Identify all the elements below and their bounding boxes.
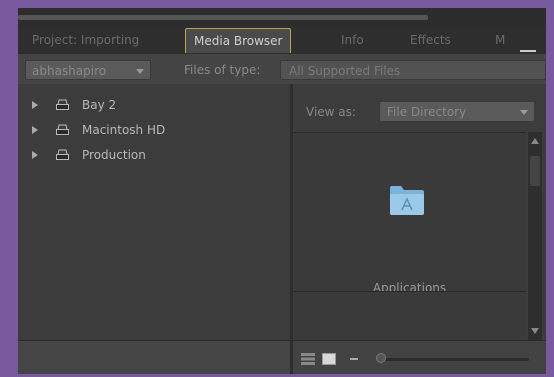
drive-icon	[56, 124, 69, 135]
tab-media-browser[interactable]: Media Browser	[185, 28, 292, 53]
expand-arrow-icon[interactable]	[32, 101, 38, 109]
horizontal-scrollbar[interactable]	[18, 15, 428, 20]
tree-item-label: Macintosh HD	[82, 123, 166, 137]
view-as-value: File Directory	[387, 105, 467, 119]
view-as-select[interactable]: File Directory	[379, 101, 535, 122]
tab-media-browser-label: Media Browser	[194, 34, 283, 48]
folder-applications-icon[interactable]	[388, 183, 426, 217]
media-browser-toolbar: abhashapiro Files of type: All Supported…	[18, 54, 546, 84]
file-view-pane: View as: File Directory Applications	[293, 84, 546, 374]
scrollbar-thumb[interactable]	[530, 156, 540, 186]
user-directory-value: abhashapiro	[32, 64, 107, 78]
tab-effects[interactable]: Effects	[410, 28, 451, 52]
expand-arrow-icon[interactable]	[32, 126, 38, 134]
files-of-type-value: All Supported Files	[289, 64, 401, 78]
scroll-up-icon[interactable]	[531, 138, 539, 144]
files-of-type-label: Files of type:	[184, 63, 261, 77]
expand-arrow-icon[interactable]	[32, 151, 38, 159]
files-of-type-select[interactable]: All Supported Files	[280, 60, 546, 80]
drive-icon	[56, 149, 69, 160]
chevron-down-icon	[136, 69, 144, 74]
icon-view-icon[interactable]	[322, 353, 336, 365]
tree-item-label: Production	[82, 148, 146, 162]
file-grid-row	[293, 291, 526, 340]
tree-footer	[18, 340, 290, 374]
vertical-scrollbar[interactable]	[528, 132, 542, 340]
list-view-icon[interactable]	[301, 353, 315, 365]
drive-tree-pane: Bay 2 Macintosh HD Production	[18, 84, 290, 374]
tree-item-label: Bay 2	[82, 98, 117, 112]
drive-icon	[56, 99, 69, 110]
tab-overflow[interactable]: M	[495, 28, 505, 52]
zoom-out-icon[interactable]	[350, 358, 358, 360]
view-as-label: View as:	[306, 105, 356, 119]
media-browser-panel: Project: Importing Media Browser Info Ef…	[18, 8, 546, 374]
zoom-slider[interactable]	[381, 358, 529, 361]
chevron-down-icon	[520, 110, 528, 115]
file-grid: Applications	[293, 132, 526, 295]
user-directory-select[interactable]: abhashapiro	[25, 60, 151, 80]
top-strip	[18, 8, 546, 26]
tab-project[interactable]: Project: Importing	[32, 28, 139, 52]
view-footer	[293, 340, 546, 374]
panel-tab-bar: Project: Importing Media Browser Info Ef…	[18, 26, 546, 62]
tab-info[interactable]: Info	[341, 28, 364, 52]
zoom-slider-handle[interactable]	[376, 353, 386, 363]
scroll-down-icon[interactable]	[531, 328, 539, 334]
